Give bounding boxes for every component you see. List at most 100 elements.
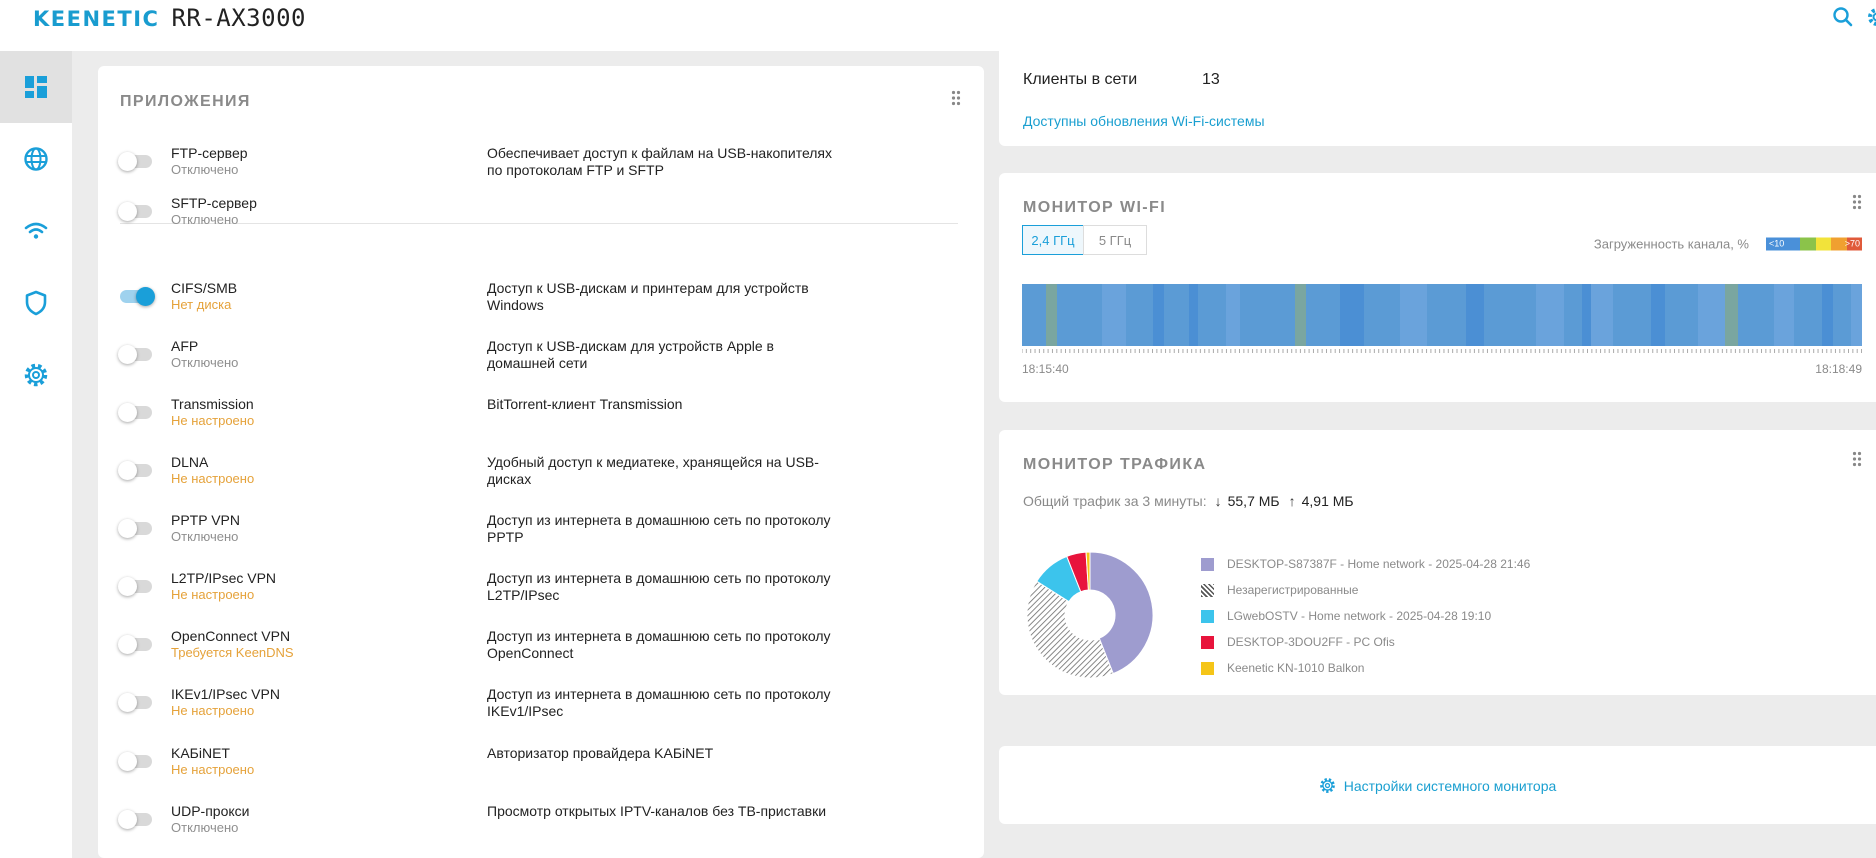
app-description: Доступ к USB-дискам и принтерам для устр…	[487, 280, 809, 313]
app-row: OpenConnect VPN Требуется KeenDNS Доступ и…	[98, 628, 984, 678]
sidebar-item-internet[interactable]	[0, 123, 72, 195]
legend-swatch	[1815, 237, 1832, 251]
traffic-legend-item[interactable]: Незарегистрированные	[1201, 577, 1530, 603]
wifi-monitor-card: МОНИТОР WI-FI 2,4 ГГц 5 ГГц Загруженност…	[999, 173, 1876, 402]
wifi-update-link[interactable]: Доступны обновления Wi-Fi-системы	[1023, 113, 1265, 129]
traffic-up: 4,91 МБ	[1301, 493, 1354, 509]
load-segment	[1612, 284, 1651, 346]
sidebar-item-dashboard[interactable]	[0, 51, 72, 123]
app-name[interactable]: CIFS/SMB	[171, 280, 237, 296]
system-monitor-settings-link[interactable]: Настройки системного монитора	[999, 777, 1876, 794]
load-segment	[1240, 284, 1295, 346]
band-2-4-button[interactable]: 2,4 ГГц	[1022, 225, 1084, 255]
shield-icon	[25, 290, 47, 316]
drag-handle-icon[interactable]	[951, 90, 961, 106]
app-status: Не настроено	[171, 762, 255, 777]
app-row: Transmission Не настроено BitTorrent-клиен…	[98, 396, 984, 446]
load-segment	[1794, 284, 1822, 346]
app-name[interactable]: PPTP VPN	[171, 512, 240, 528]
drag-handle-icon[interactable]	[1852, 194, 1862, 210]
load-segment	[1340, 284, 1364, 346]
sidebar-item-wifi[interactable]	[0, 195, 72, 267]
load-segment	[1563, 284, 1582, 346]
toggle-knob	[118, 403, 137, 422]
app-row: FTP-сервер Отключено Обеспечивает доступ к…	[98, 145, 984, 195]
app-toggle[interactable]	[118, 345, 154, 364]
app-status: Не настроено	[171, 703, 255, 718]
clients-count: 13	[1202, 71, 1220, 88]
app-name[interactable]: UDP-прокси	[171, 803, 249, 819]
traffic-total-label: Общий трафик за 3 минуты:	[1023, 493, 1207, 509]
load-segment	[1650, 284, 1666, 346]
app-name[interactable]: IKEv1/IPsec VPN	[171, 686, 280, 702]
load-segment	[1832, 284, 1851, 346]
load-segment	[1774, 284, 1795, 346]
load-segment	[1225, 284, 1241, 346]
traffic-legend-item[interactable]: DESKTOP-3DOU2FF - PC Ofis	[1201, 629, 1530, 655]
load-segment	[1665, 284, 1699, 346]
legend-swatch	[1201, 583, 1214, 597]
brand[interactable]: KEENETIC RR-AX3000	[33, 4, 306, 32]
gear-icon[interactable]	[1866, 6, 1876, 33]
app-toggle[interactable]	[118, 519, 154, 538]
band-5-button[interactable]: 5 ГГц	[1083, 225, 1147, 255]
load-segment	[1483, 284, 1537, 346]
app-toggle[interactable]	[118, 287, 155, 306]
toggle-knob	[136, 287, 155, 306]
app-toggle[interactable]	[118, 461, 154, 480]
traffic-monitor-card: МОНИТОР ТРАФИКА Общий трафик за 3 минуты…	[999, 430, 1876, 695]
time-start: 18:15:40	[1022, 362, 1069, 376]
app-status: Отключено	[171, 162, 239, 177]
drag-handle-icon[interactable]	[1852, 451, 1862, 467]
toggle-knob	[118, 577, 137, 596]
app-name[interactable]: OpenConnect VPN	[171, 628, 290, 644]
app-toggle[interactable]	[118, 577, 154, 596]
app-toggle[interactable]	[118, 752, 154, 771]
legend-label: DESKTOP-S87387F - Home network - 2025-04…	[1227, 557, 1531, 571]
app-name[interactable]: SFTP-сервер	[171, 195, 257, 211]
brand-logo: KEENETIC	[33, 7, 160, 31]
app-name[interactable]: AFP	[171, 338, 198, 354]
app-row: DLNA Не настроено Удобный доступ к медиате…	[98, 454, 984, 504]
app-name[interactable]: FTP-сервер	[171, 145, 248, 161]
app-toggle[interactable]	[118, 403, 154, 422]
app-toggle[interactable]	[118, 810, 154, 829]
load-segment	[1305, 284, 1341, 346]
traffic-legend-item[interactable]: DESKTOP-S87387F - Home network - 2025-04…	[1201, 551, 1530, 577]
app-status: Не настроено	[171, 471, 255, 486]
legend-label: Незарегистрированные	[1227, 583, 1359, 597]
traffic-legend-item[interactable]: LGwebOSTV - Home network - 2025-04-28 19…	[1201, 603, 1530, 629]
legend-label: Keenetic KN-1010 Balkon	[1227, 661, 1365, 675]
traffic-summary: Общий трафик за 3 минуты: ↓ 55,7 МБ ↑ 4,…	[1023, 493, 1354, 509]
toggle-knob	[118, 345, 137, 364]
legend-high: >70	[1844, 238, 1860, 249]
traffic-donut-chart[interactable]	[1025, 550, 1155, 680]
traffic-down: 55,7 МБ	[1227, 493, 1280, 509]
app-name[interactable]: Transmission	[171, 396, 254, 412]
app-name[interactable]: DLNA	[171, 454, 208, 470]
globe-icon	[24, 147, 48, 171]
app-name[interactable]: KAБiNET	[171, 745, 230, 761]
load-segment	[1363, 284, 1401, 346]
app-status: Нет диска	[171, 297, 232, 312]
app-description: Доступ из интернета в домашнюю сеть по п…	[487, 628, 831, 661]
app-toggle[interactable]	[118, 693, 154, 712]
app-status: Требуется KeenDNS	[171, 645, 294, 660]
sidebar-item-settings[interactable]	[0, 339, 72, 411]
traffic-legend-item[interactable]: Keenetic KN-1010 Balkon	[1201, 655, 1530, 681]
load-segment	[1022, 284, 1046, 346]
wifi-monitor-title: МОНИТОР WI-FI	[1023, 199, 1167, 216]
app-name[interactable]: L2TP/IPsec VPN	[171, 570, 276, 586]
arrow-down-icon: ↓	[1214, 493, 1222, 509]
sidebar-item-security[interactable]	[0, 267, 72, 339]
search-icon[interactable]	[1832, 6, 1854, 33]
legend-low: <10	[1769, 238, 1785, 249]
system-monitor-card: Настройки системного монитора	[999, 746, 1876, 824]
app-toggle[interactable]	[118, 635, 154, 654]
app-description: Обеспечивает доступ к файлам на USB-нако…	[487, 145, 833, 178]
load-segment	[1698, 284, 1726, 346]
app-toggle[interactable]	[118, 152, 154, 171]
load-segment	[1163, 284, 1190, 346]
app-toggle[interactable]	[118, 202, 154, 221]
app-row: UDP-прокси Отключено Просмотр открытых IPT…	[98, 803, 984, 853]
